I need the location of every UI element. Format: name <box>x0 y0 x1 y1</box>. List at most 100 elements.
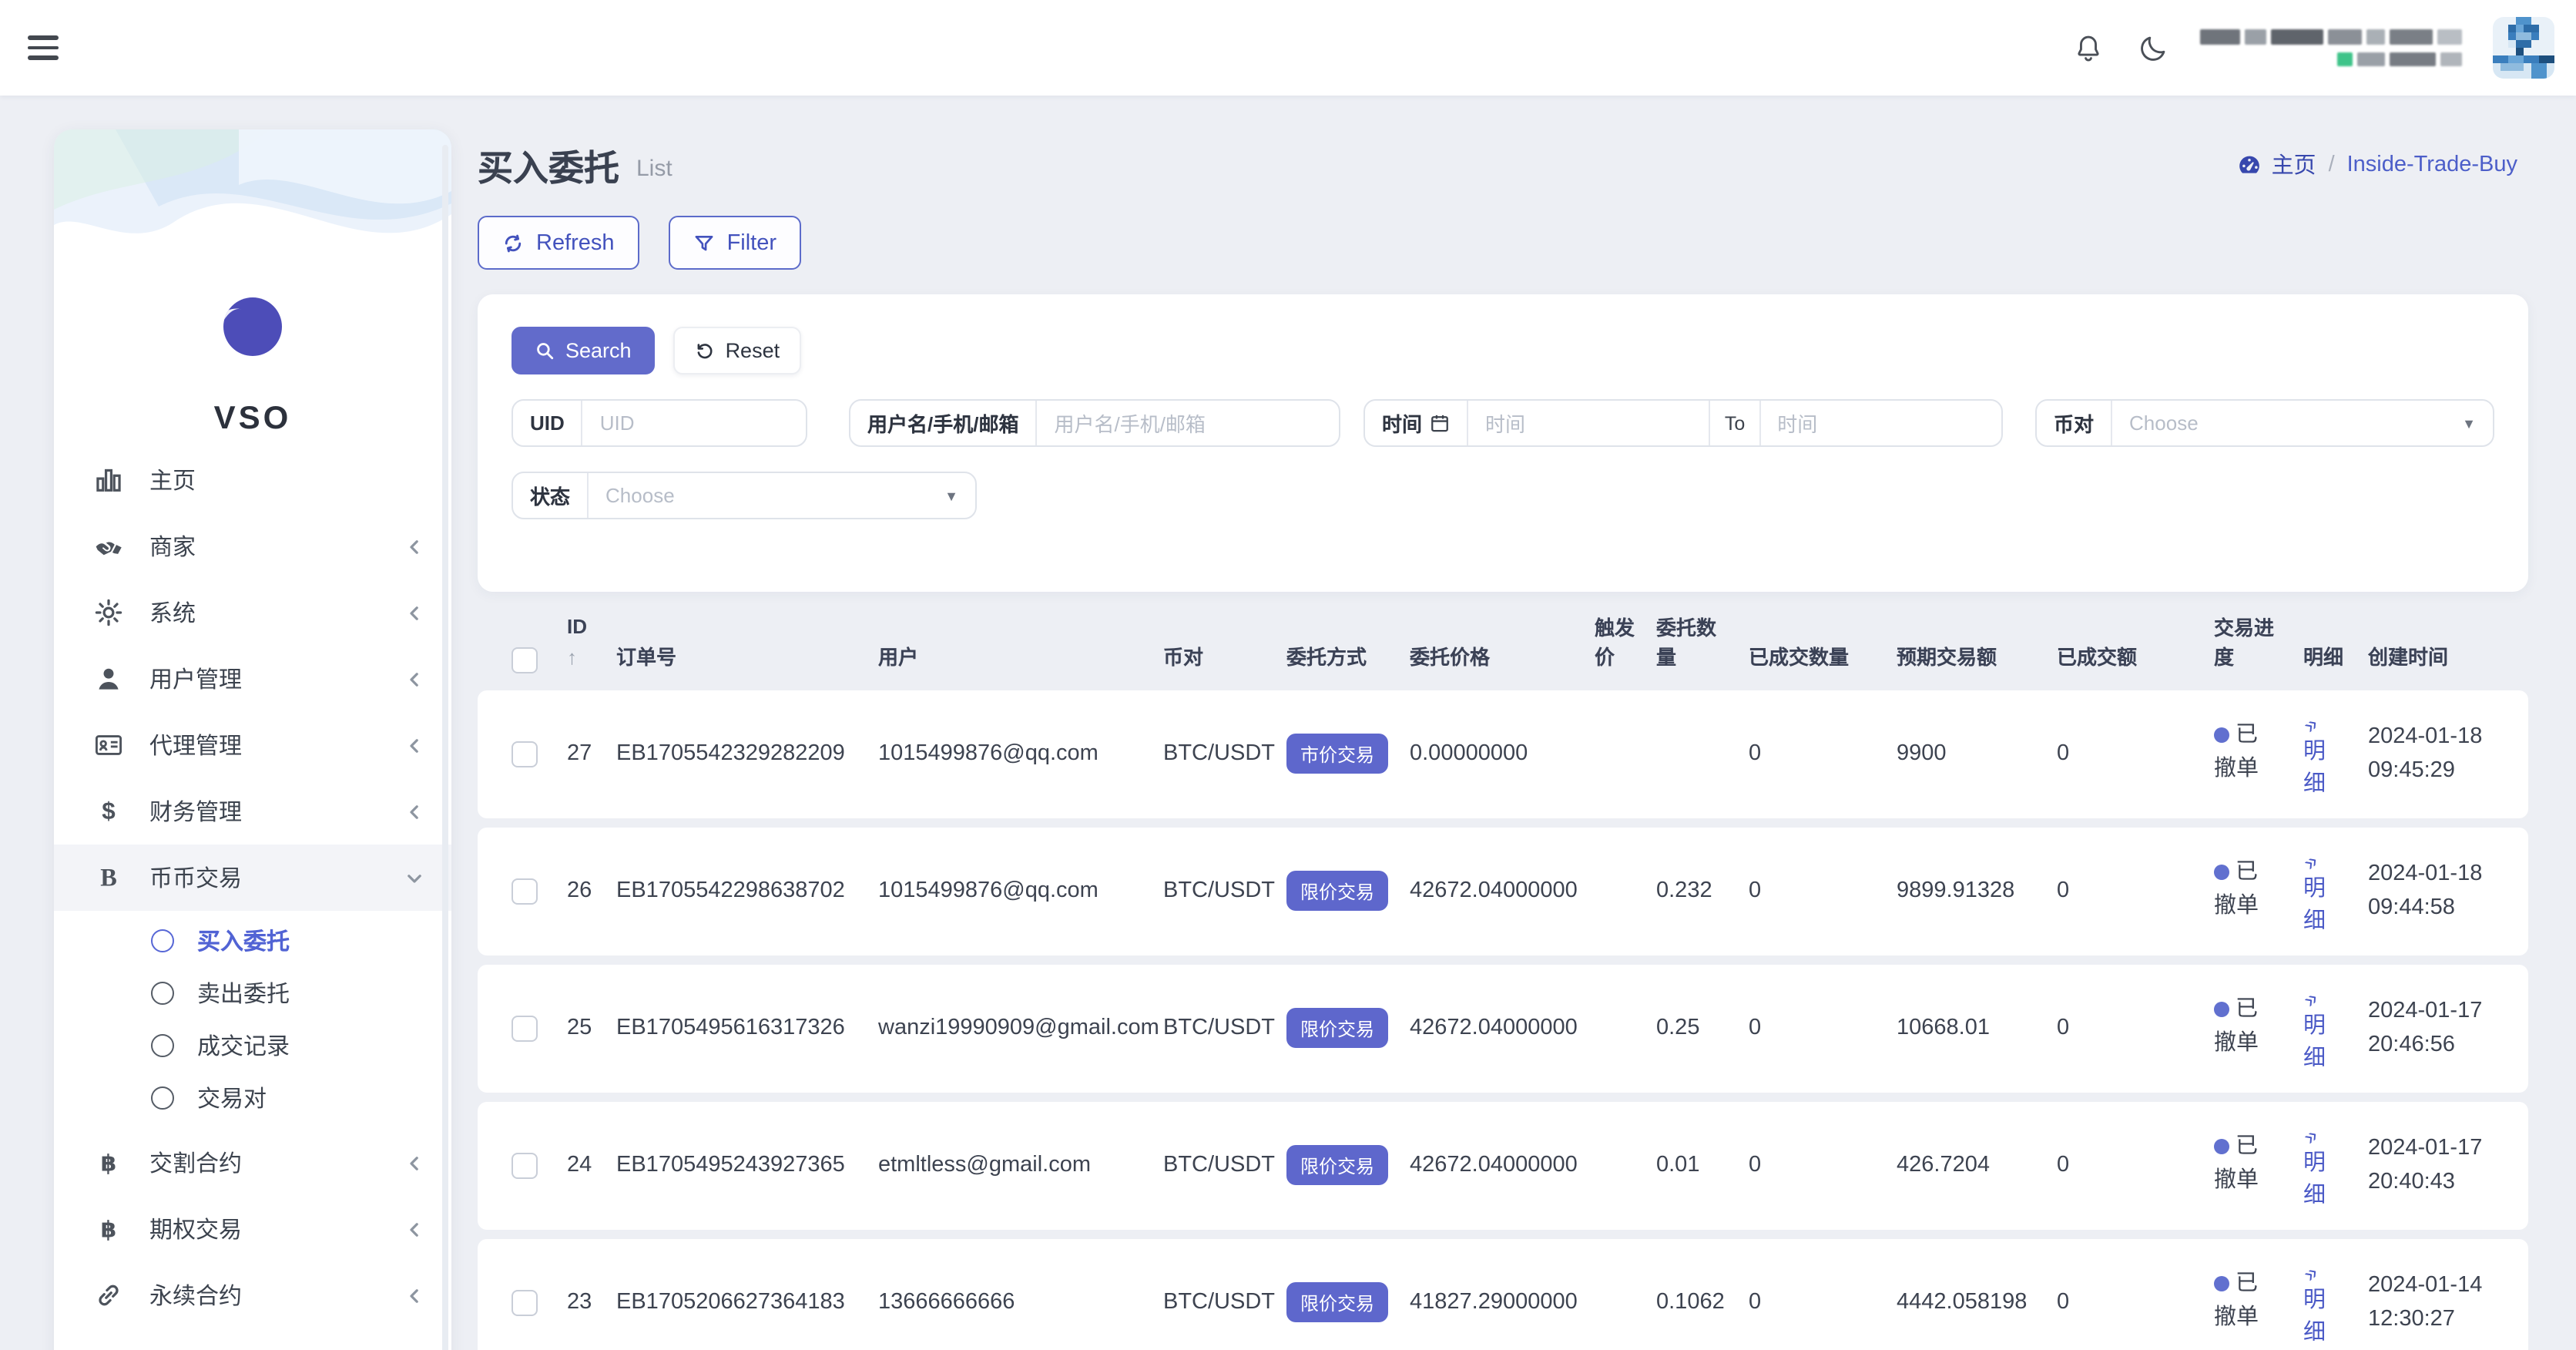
search-button[interactable]: Search <box>512 327 655 374</box>
sidebar: VSO 主页商家系统用户管理代理管理$财务管理B币币交易买入委托卖出委托成交记录… <box>54 129 451 1350</box>
sidebar-subitem[interactable]: 买入委托 <box>54 914 451 966</box>
breadcrumb-current[interactable]: Inside-Trade-Buy <box>2347 152 2517 176</box>
uid-input[interactable]: UID <box>583 401 806 445</box>
order-type-badge: 限价交易 <box>1286 1008 1388 1048</box>
detail-link[interactable]: »明细 <box>2303 1117 2368 1214</box>
row-checkbox[interactable] <box>512 1015 538 1041</box>
column-header[interactable]: ID↑ <box>567 613 616 673</box>
page-title: 买入委托 <box>478 139 619 191</box>
sidebar-item[interactable]: ฿交割合约 <box>54 1130 451 1196</box>
reset-button[interactable]: Reset <box>673 327 802 374</box>
detail-link[interactable]: »明细 <box>2303 980 2368 1076</box>
cell-pair: BTC/USDT <box>1163 878 1286 903</box>
cell-pair: BTC/USDT <box>1163 1016 1286 1040</box>
order-type-badge: 限价交易 <box>1286 871 1388 911</box>
sidebar-item[interactable]: 商家 <box>54 513 451 579</box>
pair-select[interactable]: Choose ▼ <box>2112 401 2493 445</box>
cell-filled-total: 0 <box>2057 878 2214 903</box>
sidebar-item[interactable]: B币币交易 <box>54 845 451 911</box>
sidebar-subitem[interactable]: 成交记录 <box>54 1019 451 1071</box>
filter-button[interactable]: Filter <box>669 216 801 270</box>
detail-link[interactable]: »明细 <box>2303 843 2368 939</box>
status-dot-icon <box>2214 728 2229 744</box>
sort-ascending-icon: ↑ <box>567 644 601 673</box>
cell-created-at: 2024-01-1720:40:43 <box>2368 1130 2516 1200</box>
sidebar-item-label: 期权交易 <box>149 1213 242 1245</box>
cell-amount: 0.25 <box>1656 1016 1749 1040</box>
breadcrumb-home[interactable]: 主页 <box>2238 148 2316 180</box>
double-chevron-icon: » <box>2303 843 2333 878</box>
moon-icon[interactable] <box>2135 31 2169 65</box>
sidebar-subitem[interactable]: 交易对 <box>54 1071 451 1123</box>
id-card-icon <box>94 730 123 760</box>
select-all-checkbox[interactable] <box>512 646 538 673</box>
sidebar-item[interactable]: 代理管理 <box>54 712 451 778</box>
sidebar-subitem-label: 卖出委托 <box>197 976 290 1009</box>
detail-link[interactable]: »明细 <box>2303 1254 2368 1350</box>
cell-filled-total: 0 <box>2057 1153 2214 1177</box>
sidebar-item-label: 用户管理 <box>149 663 242 695</box>
menu-icon[interactable] <box>28 35 59 60</box>
cell-order-no: EB1705542329282209 <box>616 741 878 766</box>
time-from-input[interactable]: 时间 <box>1468 401 1711 445</box>
status-dot-icon <box>2214 1277 2229 1292</box>
cell-order-no: EB1705495616317326 <box>616 1016 878 1040</box>
uid-label: UID <box>513 401 583 445</box>
cell-price: 42672.04000000 <box>1410 1153 1595 1177</box>
status-select[interactable]: Choose ▼ <box>589 473 975 518</box>
topbar-right <box>2071 0 2576 96</box>
radio-circle-icon <box>151 1033 174 1056</box>
sidebar-item[interactable]: $ 财务管理 <box>54 778 451 845</box>
row-checkbox[interactable] <box>512 878 538 904</box>
sidebar-item[interactable]: 用户管理 <box>54 646 451 712</box>
column-header: 预期交易额 <box>1897 644 2057 673</box>
row-checkbox[interactable] <box>512 740 538 767</box>
sidebar-nav: 主页商家系统用户管理代理管理 $ 财务管理 B币币交易买入委托卖出委托成交记录交易对 ฿… <box>54 447 451 1350</box>
cell-order-no: EB1705542298638702 <box>616 878 878 903</box>
account-input[interactable]: 用户名/手机/邮箱 <box>1037 401 1339 445</box>
cell-created-at: 2024-01-1720:46:56 <box>2368 993 2516 1063</box>
order-type-badge: 市价交易 <box>1286 734 1388 774</box>
dashboard-icon <box>2238 152 2262 176</box>
topbar <box>0 0 2576 96</box>
sidebar-item-label: 币币交易 <box>149 861 242 894</box>
dollar-icon: $ <box>94 797 123 826</box>
chevron-left-icon <box>405 603 424 622</box>
account-label: 用户名/手机/邮箱 <box>850 401 1037 445</box>
cell-price: 0.00000000 <box>1410 741 1595 766</box>
row-checkbox[interactable] <box>512 1152 538 1178</box>
avatar[interactable] <box>2493 17 2554 79</box>
sidebar-item[interactable]: 系统 <box>54 579 451 646</box>
cell-order-type: 限价交易 <box>1286 1008 1410 1048</box>
sidebar-subitem-label: 买入委托 <box>197 924 290 956</box>
detail-link[interactable]: »明细 <box>2303 706 2368 802</box>
row-checkbox[interactable] <box>512 1289 538 1315</box>
cell-expected-total: 9899.91328 <box>1897 878 2057 903</box>
orders-table: ID↑订单号用户币对委托方式委托价格触发价委托数量已成交数量预期交易额已成交额交… <box>478 613 2528 1350</box>
chevron-down-icon <box>405 868 424 887</box>
cell-filled-amount: 0 <box>1749 878 1897 903</box>
sidebar-item[interactable]: 文章管理 <box>54 1328 451 1350</box>
column-header: 创建时间 <box>2368 644 2516 673</box>
column-header: 交易进度 <box>2214 615 2303 673</box>
status-dot-icon <box>2214 1140 2229 1155</box>
bell-icon[interactable] <box>2071 31 2105 65</box>
cell-order-type: 限价交易 <box>1286 1145 1410 1185</box>
time-to-input[interactable]: 时间 <box>1760 401 2001 445</box>
cell-filled-amount: 0 <box>1749 741 1897 766</box>
page-subtitle: List <box>636 155 673 181</box>
sidebar-item-label: 财务管理 <box>149 795 242 828</box>
sidebar-item[interactable]: ฿期权交易 <box>54 1196 451 1262</box>
sidebar-subitem[interactable]: 卖出委托 <box>54 966 451 1019</box>
sidebar-item-label: 主页 <box>149 464 196 496</box>
time-to-label: To <box>1711 401 1760 445</box>
cell-expected-total: 426.7204 <box>1897 1153 2057 1177</box>
sidebar-item-label: 交割合约 <box>149 1147 242 1179</box>
sidebar-item[interactable]: 主页 <box>54 447 451 513</box>
table-row: 25EB1705495616317326wanzi19990909@gmail.… <box>478 964 2528 1092</box>
sidebar-scrollbar[interactable] <box>442 145 448 1350</box>
cell-filled-total: 0 <box>2057 741 2214 766</box>
breadcrumb: 主页 / Inside-Trade-Buy <box>2238 148 2517 180</box>
sidebar-item[interactable]: 永续合约 <box>54 1262 451 1328</box>
refresh-button[interactable]: Refresh <box>478 216 639 270</box>
